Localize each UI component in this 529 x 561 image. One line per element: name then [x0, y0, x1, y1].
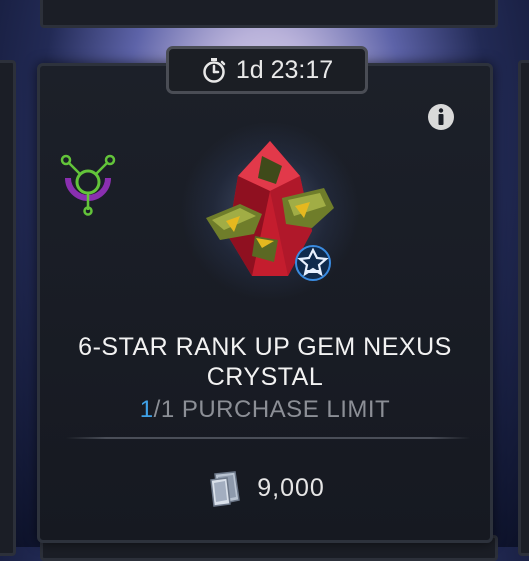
timer-text: 1d 23:17: [235, 55, 334, 84]
offer-card[interactable]: 6-STAR RANK UP GEM NEXUS CRYSTAL 1/1 PUR…: [37, 63, 493, 543]
background-panel-top: [40, 0, 498, 28]
price-button[interactable]: 9,000: [40, 468, 490, 508]
offer-title: 6-STAR RANK UP GEM NEXUS CRYSTAL: [78, 333, 452, 391]
purchase-limit-text: /1 PURCHASE LIMIT: [153, 396, 391, 423]
price-value: 9,000: [257, 473, 325, 502]
nexus-symbol-icon: [60, 154, 116, 216]
purchase-limit-count: 1: [139, 396, 154, 423]
class-badge-icon: [295, 245, 331, 281]
timer-badge: 1d 23:17: [166, 46, 368, 94]
units-icon: [210, 471, 241, 507]
stopwatch-icon: [203, 58, 226, 83]
background-panel-left: [0, 60, 16, 556]
purchase-limit: 1/1 PURCHASE LIMIT: [40, 396, 490, 424]
divider: [66, 437, 470, 439]
info-icon[interactable]: [426, 102, 456, 132]
background-panel-right: [518, 60, 529, 556]
